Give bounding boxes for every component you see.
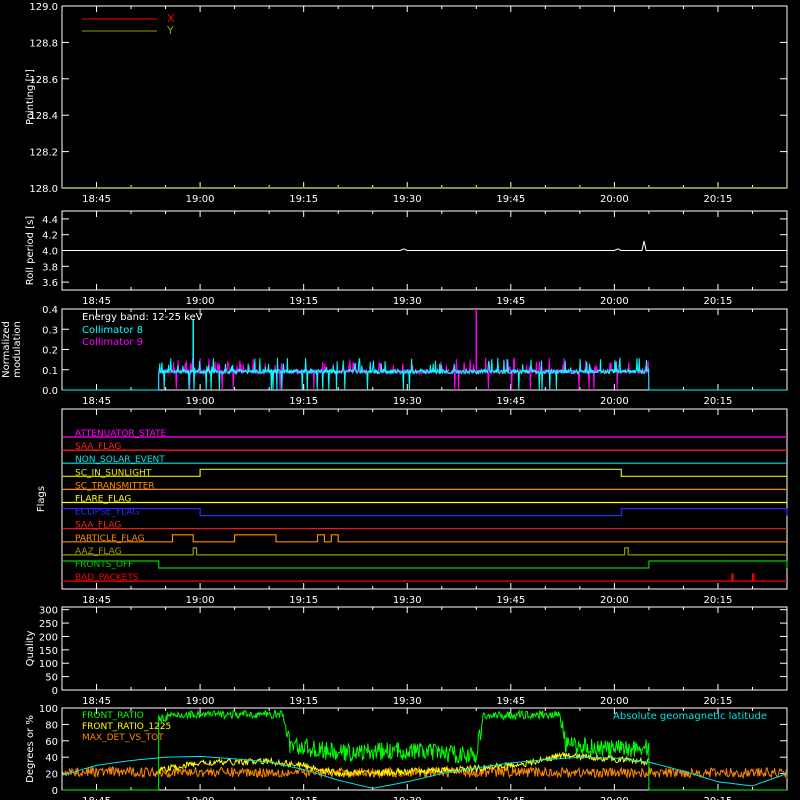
- x-tick-label: 20:15: [704, 696, 733, 707]
- y-axis-label-line: Normalized: [1, 321, 12, 378]
- y-axis-label: Roll period [s]: [25, 216, 36, 285]
- legend-label-y: Y: [166, 24, 174, 37]
- y-tick-label: 0.4: [42, 305, 58, 316]
- x-tick-label: 19:30: [393, 396, 422, 407]
- legend-label-geomagnetic-latitude: Absolute geomagnetic latitude: [613, 711, 767, 722]
- y-tick-label: 0: [52, 686, 58, 697]
- y-tick-label: 150: [39, 646, 58, 657]
- y-tick-label: 129.0: [29, 2, 58, 13]
- x-tick-label: 20:15: [704, 194, 733, 205]
- y-tick-label: 80: [45, 720, 58, 731]
- y-tick-label: 4.4: [42, 215, 58, 226]
- x-tick-label: 19:00: [186, 296, 215, 307]
- y-tick-label: 0.0: [42, 386, 58, 397]
- y-tick-label: 0.2: [42, 346, 58, 357]
- x-tick-label: 19:45: [496, 194, 525, 205]
- y-tick-label: 4.2: [42, 231, 58, 242]
- y-axis-label: Quality: [25, 631, 36, 667]
- x-tick-label: 19:45: [496, 595, 525, 606]
- y-axis-label-line: modulation: [12, 321, 23, 378]
- x-tick-label: 19:00: [186, 696, 215, 707]
- y-tick-label: 3.6: [42, 278, 58, 289]
- x-tick-label: 18:45: [82, 296, 111, 307]
- legend-label-front-ratio: FRONT_RATIO: [82, 711, 144, 721]
- x-tick-label: 19:30: [393, 296, 422, 307]
- x-tick-label: 19:30: [393, 796, 422, 800]
- x-tick-label: 19:00: [186, 595, 215, 606]
- y-tick-label: 100: [39, 704, 58, 715]
- x-tick-label: 19:00: [186, 796, 215, 800]
- y-axis-label: Pointing ["]: [25, 69, 36, 125]
- y-tick-label: 20: [45, 770, 58, 781]
- x-tick-label: 18:45: [82, 595, 111, 606]
- x-tick-label: 20:00: [600, 796, 629, 800]
- y-tick-label: 128.2: [29, 148, 58, 159]
- x-tick-label: 20:00: [600, 396, 629, 407]
- stacked-telemetry-plot: 18:45 19:00 19:15 19:30 19:45 20:00 20:15 128.0…: [0, 0, 800, 800]
- x-tick-label: 20:15: [704, 796, 733, 800]
- legend-label-collimator-9: Collimator 9: [82, 337, 143, 348]
- x-tick-label: 19:30: [393, 595, 422, 606]
- x-tick-label: 20:15: [704, 296, 733, 307]
- y-tick-label: 300: [39, 606, 58, 617]
- x-tick-label: 19:15: [289, 194, 318, 205]
- x-tick-label: 19:30: [393, 696, 422, 707]
- x-tick-label: 19:15: [289, 396, 318, 407]
- x-tick-label: 19:15: [289, 296, 318, 307]
- y-tick-label: 250: [39, 619, 58, 630]
- y-tick-label: 40: [45, 753, 58, 764]
- y-tick-label: 60: [45, 737, 58, 748]
- y-tick-label: 128.0: [29, 184, 58, 195]
- legend-label-front-ratio-1225: FRONT_RATIO_1225: [82, 722, 171, 732]
- y-tick-label: 0: [52, 786, 58, 797]
- x-tick-label: 19:45: [496, 696, 525, 707]
- x-tick-label: 19:00: [186, 194, 215, 205]
- x-tick-label: 19:15: [289, 595, 318, 606]
- x-tick-label: 20:00: [600, 595, 629, 606]
- x-tick-label: 18:45: [82, 796, 111, 800]
- x-tick-label: 18:45: [82, 696, 111, 707]
- x-tick-label: 19:45: [496, 396, 525, 407]
- x-tick-label: 20:00: [600, 194, 629, 205]
- energy-band-annotation: Energy band: 12-25 keV: [82, 312, 203, 323]
- x-tick-label: 19:45: [496, 296, 525, 307]
- x-tick-label: 20:15: [704, 396, 733, 407]
- x-tick-label: 20:00: [600, 296, 629, 307]
- y-tick-label: 50: [45, 673, 58, 684]
- x-tick-label: 19:45: [496, 796, 525, 800]
- x-tick-label: 19:15: [289, 696, 318, 707]
- y-tick-label: 100: [39, 659, 58, 670]
- y-tick-label: 128.8: [29, 38, 58, 49]
- y-tick-label: 3.8: [42, 262, 58, 273]
- legend-label-collimator-8: Collimator 8: [82, 325, 143, 336]
- y-axis-label: Flags: [36, 486, 47, 512]
- x-tick-label: 18:45: [82, 194, 111, 205]
- x-tick-label: 19:15: [289, 796, 318, 800]
- y-tick-label: 4.0: [42, 247, 58, 258]
- x-tick-label: 19:30: [393, 194, 422, 205]
- y-axis-label: Degrees or %: [25, 715, 36, 783]
- x-tick-label: 19:00: [186, 396, 215, 407]
- x-tick-label: 20:15: [704, 595, 733, 606]
- x-tick-label: 18:45: [82, 396, 111, 407]
- x-tick-label: 20:00: [600, 696, 629, 707]
- legend-label-max-det-vs-tot: MAX_DET_VS_TOT: [82, 733, 164, 743]
- y-axis-label: Normalizedmodulation: [1, 321, 23, 378]
- y-tick-label: 0.3: [42, 325, 58, 336]
- y-tick-label: 200: [39, 632, 58, 643]
- y-tick-label: 0.1: [42, 366, 58, 377]
